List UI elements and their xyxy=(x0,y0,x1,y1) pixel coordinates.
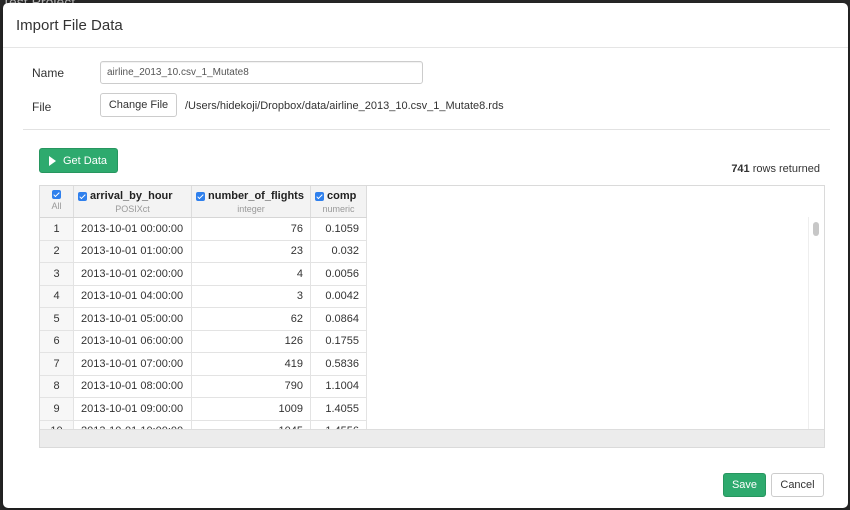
cell-flights: 3 xyxy=(191,285,311,308)
table-row: 8 2013-10-01 08:00:00 790 1.1004 xyxy=(40,375,367,398)
cell-arrival: 2013-10-01 02:00:00 xyxy=(73,262,192,286)
cell-arrival: 2013-10-01 05:00:00 xyxy=(73,307,192,331)
cancel-button[interactable]: Cancel xyxy=(771,473,824,497)
row-number: 6 xyxy=(40,330,74,353)
table-row: 1 2013-10-01 00:00:00 76 0.1059 xyxy=(40,217,367,241)
play-icon xyxy=(49,155,56,166)
row-number: 7 xyxy=(40,352,74,376)
cell-comp: 0.0042 xyxy=(310,285,367,308)
name-label: Name xyxy=(32,66,65,80)
column-checkbox-flights[interactable] xyxy=(196,191,205,201)
data-table: All arrival_by_hour POSIXct number_of_fl… xyxy=(40,186,367,443)
column-type: numeric xyxy=(322,204,355,214)
column-header-flights: number_of_flights integer xyxy=(191,186,311,218)
import-file-data-dialog: Import File Data Name File Change File /… xyxy=(3,3,848,508)
file-label: File xyxy=(32,100,52,114)
cell-flights: 76 xyxy=(191,217,311,241)
change-file-button[interactable]: Change File xyxy=(100,93,177,117)
cell-arrival: 2013-10-01 09:00:00 xyxy=(73,397,192,421)
cell-comp: 0.0864 xyxy=(310,307,367,331)
column-type: integer xyxy=(237,204,265,214)
cell-arrival: 2013-10-01 00:00:00 xyxy=(73,217,192,241)
row-number: 4 xyxy=(40,285,74,308)
cell-arrival: 2013-10-01 04:00:00 xyxy=(73,285,192,308)
cell-flights: 62 xyxy=(191,307,311,331)
select-all-header: All xyxy=(40,186,74,218)
cell-flights: 790 xyxy=(191,375,311,398)
select-all-checkbox[interactable] xyxy=(52,190,61,199)
data-preview-grid: All arrival_by_hour POSIXct number_of_fl… xyxy=(39,185,825,448)
cell-arrival: 2013-10-01 06:00:00 xyxy=(73,330,192,353)
rows-returned-info: 741 rows returned xyxy=(663,163,820,175)
cell-comp: 0.0056 xyxy=(310,262,367,286)
cell-arrival: 2013-10-01 07:00:00 xyxy=(73,352,192,376)
cell-flights: 126 xyxy=(191,330,311,353)
row-number: 3 xyxy=(40,262,74,286)
get-data-button[interactable]: Get Data xyxy=(39,148,118,173)
table-row: 4 2013-10-01 04:00:00 3 0.0042 xyxy=(40,285,367,308)
cell-flights: 23 xyxy=(191,240,311,263)
cell-comp: 0.032 xyxy=(310,240,367,263)
rows-suffix: rows returned xyxy=(752,163,820,175)
column-name: arrival_by_hour xyxy=(90,190,173,202)
table-row: 2 2013-10-01 01:00:00 23 0.032 xyxy=(40,240,367,263)
cell-comp: 0.1755 xyxy=(310,330,367,353)
dialog-header: Import File Data xyxy=(3,3,848,48)
cell-flights: 4 xyxy=(191,262,311,286)
row-number: 5 xyxy=(40,307,74,331)
all-label: All xyxy=(51,201,62,211)
table-row: 6 2013-10-01 06:00:00 126 0.1755 xyxy=(40,330,367,353)
cell-flights: 1009 xyxy=(191,397,311,421)
save-button[interactable]: Save xyxy=(723,473,766,497)
cell-arrival: 2013-10-01 01:00:00 xyxy=(73,240,192,263)
name-input[interactable] xyxy=(100,61,423,84)
table-row: 7 2013-10-01 07:00:00 419 0.5836 xyxy=(40,352,367,376)
row-number: 8 xyxy=(40,375,74,398)
column-header-arrival: arrival_by_hour POSIXct xyxy=(73,186,192,218)
cell-comp: 1.1004 xyxy=(310,375,367,398)
cell-flights: 419 xyxy=(191,352,311,376)
cell-comp: 1.4055 xyxy=(310,397,367,421)
vertical-scrollbar[interactable] xyxy=(812,222,820,429)
get-data-label: Get Data xyxy=(63,154,108,167)
dialog-title: Import File Data xyxy=(16,17,123,34)
cell-arrival: 2013-10-01 08:00:00 xyxy=(73,375,192,398)
file-path-text: /Users/hidekoji/Dropbox/data/airline_201… xyxy=(185,100,504,112)
divider xyxy=(23,129,830,130)
column-checkbox-comp[interactable] xyxy=(315,191,324,201)
column-name: number_of_flights xyxy=(208,190,304,202)
table-row: 9 2013-10-01 09:00:00 1009 1.4055 xyxy=(40,397,367,421)
table-row: 3 2013-10-01 02:00:00 4 0.0056 xyxy=(40,262,367,286)
grid-divider-line xyxy=(808,217,809,429)
column-checkbox-arrival[interactable] xyxy=(78,191,87,201)
row-number: 9 xyxy=(40,397,74,421)
scrollbar-thumb[interactable] xyxy=(813,222,819,236)
cell-comp: 0.5836 xyxy=(310,352,367,376)
cell-comp: 0.1059 xyxy=(310,217,367,241)
rows-count: 741 xyxy=(731,163,750,175)
horizontal-scroll-area[interactable] xyxy=(40,429,824,447)
row-number: 1 xyxy=(40,217,74,241)
table-row: 5 2013-10-01 05:00:00 62 0.0864 xyxy=(40,307,367,331)
column-type: POSIXct xyxy=(115,204,150,214)
row-number: 2 xyxy=(40,240,74,263)
column-header-comp: comp numeric xyxy=(310,186,367,218)
column-name: comp xyxy=(327,190,357,202)
